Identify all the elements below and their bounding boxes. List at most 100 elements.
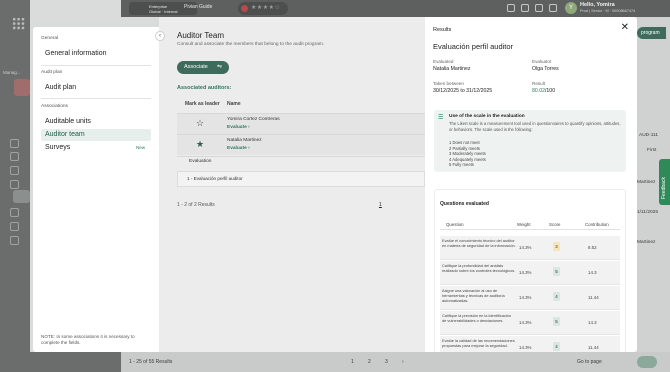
- gear-icon[interactable]: [549, 4, 557, 12]
- page-link[interactable]: 1: [351, 359, 354, 365]
- pagination-bar: 1 - 25 of 55 Results 1 2 3 › Go to page: [121, 352, 670, 372]
- question-text: Evalúe el conocimiento técnico del audit…: [442, 238, 516, 248]
- next-page-icon[interactable]: ›: [402, 359, 404, 365]
- associations-note: NOTE: In some associations it is necessa…: [41, 334, 135, 345]
- evaluated-label: Evaluated: [433, 59, 454, 64]
- evaluated-value: Natalia Martinez: [433, 66, 471, 72]
- selected-module-icon[interactable]: [13, 190, 30, 203]
- question-text: Evalúe la calidad de las recomendaciones…: [442, 338, 515, 348]
- page-link[interactable]: 1: [379, 202, 382, 208]
- section-title: Associations: [41, 104, 68, 109]
- star-filled-icon[interactable]: ★: [196, 140, 204, 149]
- close-icon[interactable]: ✕: [621, 23, 629, 33]
- question-contribution: 11.44: [588, 295, 599, 300]
- page-subtitle: Consult and associate the members that b…: [177, 42, 325, 47]
- collapse-sidebar-button[interactable]: ‹: [155, 31, 165, 41]
- column-header-question: Question: [446, 222, 464, 227]
- sidebar-item-general-information[interactable]: General information: [41, 48, 151, 60]
- app-rail: Manag...: [0, 0, 30, 372]
- results-count: 1 - 2 of 2 Results: [177, 202, 215, 208]
- column-header-leader: Mark as leader: [185, 101, 220, 107]
- rating-widget[interactable]: ★★★★☆: [238, 2, 288, 15]
- auditor-name: Natalia Martinez: [227, 138, 262, 143]
- page-link[interactable]: 3: [385, 359, 388, 365]
- rating-stars: ★★★★☆: [251, 5, 281, 11]
- section-title: Audit plan: [41, 70, 63, 75]
- check-icon[interactable]: [10, 208, 19, 217]
- result-max: /100: [544, 88, 556, 94]
- star-outline-icon[interactable]: ☆: [196, 119, 204, 128]
- bell-icon[interactable]: [535, 4, 543, 12]
- score-badge: 5: [553, 267, 560, 276]
- results-count: 1 - 25 of 55 Results: [129, 359, 173, 365]
- column-header-contribution: Contribution: [585, 222, 609, 227]
- question-text: Califique la precisión en la identificac…: [442, 313, 511, 323]
- table-row: Califique la profundidad del análisis re…: [440, 261, 620, 285]
- result-value: 80.02/100: [532, 88, 555, 94]
- monitor-icon[interactable]: [10, 139, 19, 148]
- table-row: Evalúe la calidad de las recomendaciones…: [440, 336, 620, 352]
- list-icon[interactable]: [10, 152, 19, 161]
- feedback-tab[interactable]: Feedback: [659, 159, 670, 205]
- scale-level: 5 Fully meets: [449, 162, 474, 167]
- document-icon[interactable]: [10, 222, 19, 231]
- scale-info-box: ☰ Use of the scale in the evaluation The…: [434, 110, 626, 172]
- score-badge: 5: [553, 317, 560, 326]
- results-panel: Results ✕ Evaluación perfil auditor Eval…: [425, 17, 637, 352]
- period-value: 30/12/2025 to 31/12/2025: [433, 88, 493, 94]
- table-row: ☆ Yomira Cortez Contreras Evaluate ›: [177, 113, 425, 134]
- share-icon[interactable]: [507, 4, 515, 12]
- module-tile[interactable]: [14, 79, 30, 96]
- associate-button[interactable]: Associate ⇋: [177, 61, 229, 74]
- environment-badge: Global · Internal: [149, 8, 178, 14]
- section-title: General: [41, 36, 59, 41]
- evaluator-value: Olga Torres: [532, 66, 559, 72]
- question-text: Asigne una valoración al uso de herramie…: [442, 288, 505, 303]
- bg-cell: Martinez: [637, 240, 656, 245]
- questions-title: Questions evaluated: [440, 201, 489, 207]
- column-header-score: Score: [549, 222, 561, 227]
- question-contribution: 8.52: [588, 245, 597, 250]
- sidebar-item-surveys[interactable]: Surveys New: [41, 142, 151, 154]
- bg-cell: 1/11/2025: [637, 210, 658, 215]
- auditor-name: Yomira Cortez Contreras: [227, 117, 280, 122]
- panel-header: Results: [433, 27, 452, 33]
- clock-icon[interactable]: [10, 166, 19, 175]
- result-label: Result: [532, 81, 546, 86]
- apps-grid-icon[interactable]: [12, 17, 25, 30]
- scale-title: Use of the scale in the evaluation: [449, 114, 525, 119]
- background-table-edge: program AUD-111 First Martinez 1/11/2025…: [637, 17, 670, 372]
- rail-footer: [0, 352, 121, 372]
- clipboard-icon[interactable]: [521, 4, 529, 12]
- manage-label: Manag...: [3, 70, 21, 75]
- associate-label: Associate: [184, 64, 208, 70]
- evaluation-title: Evaluación perfil auditor: [433, 42, 514, 51]
- question-contribution: 14.3: [588, 270, 597, 275]
- period-label: Taken between: [433, 81, 464, 86]
- question-contribution: 14.3: [588, 320, 597, 325]
- question-weight: 14.3%: [519, 245, 532, 250]
- questions-card: Questions evaluated Question Weight Scor…: [434, 189, 626, 352]
- questions-table-header: Question Weight Score Contribution: [440, 220, 620, 230]
- scale-level: 3 Moderately meets: [449, 151, 486, 156]
- result-score: 80.02: [532, 88, 545, 94]
- question-weight: 14.3%: [519, 345, 532, 350]
- evaluate-link[interactable]: Evaluate ›: [227, 146, 250, 151]
- sidebar-item-auditable-units[interactable]: Auditable units: [41, 116, 151, 128]
- page-link[interactable]: 2: [368, 359, 371, 365]
- auditor-team-panel: Auditor Team Consult and associate the m…: [159, 17, 425, 352]
- sidebar-item-auditor-team[interactable]: Auditor team: [41, 129, 151, 141]
- bg-cell: AUD-111: [639, 133, 659, 138]
- avatar[interactable]: Y: [565, 2, 577, 14]
- evaluation-row[interactable]: 1 - Evaluación perfil auditor: [177, 171, 425, 187]
- question-weight: 14.3%: [519, 295, 532, 300]
- user-greeting: Hello, Yomira: [580, 2, 615, 8]
- evaluate-link[interactable]: Evaluate ›: [227, 125, 250, 130]
- question-weight: 14.3%: [519, 270, 532, 275]
- settings-icon[interactable]: [10, 236, 19, 245]
- go-button[interactable]: [637, 356, 657, 368]
- apps-icon[interactable]: [10, 180, 19, 189]
- program-button[interactable]: program: [637, 27, 666, 39]
- sidebar-item-audit-plan[interactable]: Audit plan: [41, 82, 151, 94]
- guide-dropdown[interactable]: Pivian Guide: [184, 4, 212, 10]
